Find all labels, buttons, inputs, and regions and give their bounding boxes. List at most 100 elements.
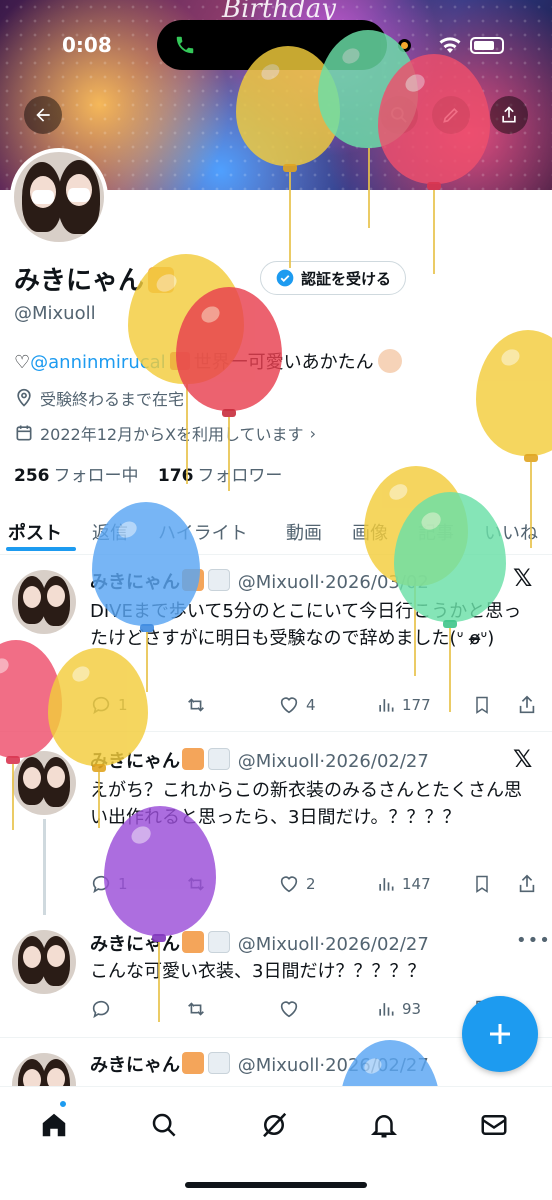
views-button[interactable]: 93 bbox=[376, 999, 421, 1019]
post-header: みきにゃん @Mixuoll·2026/03/02 bbox=[90, 568, 429, 594]
nav-search[interactable] bbox=[144, 1105, 184, 1145]
post-author-name[interactable]: みきにゃん bbox=[90, 751, 180, 772]
tab-media[interactable]: 画像 bbox=[352, 513, 388, 545]
bookmark-button[interactable] bbox=[472, 694, 492, 716]
views-button[interactable]: 177 bbox=[376, 695, 431, 715]
more-options-icon[interactable]: ••• bbox=[516, 930, 551, 951]
compose-post-button[interactable] bbox=[462, 996, 538, 1072]
post-avatar[interactable] bbox=[12, 570, 76, 634]
repost-button[interactable] bbox=[184, 998, 208, 1020]
search-profile-button[interactable] bbox=[380, 96, 418, 134]
nav-grok[interactable] bbox=[254, 1105, 294, 1145]
baby-bottle-emoji-icon bbox=[208, 931, 230, 953]
recording-indicator bbox=[398, 39, 411, 52]
tab-articles[interactable]: 記事 bbox=[418, 513, 454, 545]
post-author-name[interactable]: みきにゃん bbox=[90, 572, 180, 593]
share-post-button[interactable] bbox=[516, 873, 538, 895]
share-post-button[interactable] bbox=[516, 694, 538, 716]
battery-icon bbox=[470, 37, 504, 54]
repost-icon bbox=[188, 1002, 204, 1016]
following-count: 256 bbox=[14, 466, 50, 486]
tab-posts[interactable]: ポスト bbox=[8, 513, 62, 545]
share-icon bbox=[519, 695, 535, 714]
nav-home[interactable] bbox=[34, 1105, 74, 1145]
repost-button[interactable] bbox=[184, 873, 208, 895]
profile-bio: ♡@anninmirucal 世界一可愛いあかたん bbox=[14, 348, 402, 374]
avatar-face bbox=[47, 1068, 65, 1087]
active-tab-indicator bbox=[6, 547, 76, 551]
post-author-handle: @Mixuoll bbox=[237, 751, 320, 772]
search-icon bbox=[391, 107, 407, 123]
search-icon bbox=[152, 1113, 176, 1137]
post-text: えがち？これからこの新衣装のみるさんとたくさん思い出作れると思ったら、3日間だけ… bbox=[90, 780, 522, 828]
wifi-icon bbox=[439, 37, 461, 53]
post-avatar[interactable] bbox=[12, 930, 76, 994]
profile-joined[interactable]: 2022年12月からXを利用しています › bbox=[14, 421, 316, 445]
plus-icon bbox=[490, 1024, 510, 1044]
post-date[interactable]: 2026/02/27 bbox=[325, 751, 429, 772]
followers-link[interactable]: 176 フォロワー bbox=[158, 466, 283, 486]
post-actions: 1 4 177 bbox=[90, 692, 540, 718]
share-icon bbox=[519, 874, 535, 893]
post-header: みきにゃん @Mixuoll·2026/02/27 bbox=[90, 1051, 429, 1077]
home-icon bbox=[42, 1113, 66, 1137]
post-author-name[interactable]: みきにゃん bbox=[90, 934, 180, 955]
nav-messages[interactable] bbox=[474, 1105, 514, 1145]
tab-replies[interactable]: 返信 bbox=[92, 513, 128, 545]
following-label: フォロー中 bbox=[53, 466, 139, 486]
heart-icon bbox=[280, 1001, 298, 1018]
profile-tabs: ポスト 返信 ハイライト 動画 画像 記事 いいね bbox=[0, 505, 552, 555]
baby-emoji-icon bbox=[377, 349, 402, 373]
like-button[interactable]: 2 bbox=[278, 873, 316, 895]
home-indicator bbox=[185, 1182, 367, 1188]
reply-button[interactable] bbox=[90, 998, 112, 1020]
thread-line bbox=[43, 819, 46, 915]
x-logo-icon[interactable]: 𝕏 bbox=[513, 564, 532, 592]
profile-avatar[interactable] bbox=[10, 148, 108, 246]
bio-mention-link[interactable]: @anninmirucal bbox=[30, 352, 166, 373]
reply-icon bbox=[92, 696, 110, 715]
back-button[interactable] bbox=[24, 96, 62, 134]
phone-call-icon bbox=[176, 36, 194, 54]
tab-videos[interactable]: 動画 bbox=[286, 513, 322, 545]
post[interactable]: みきにゃん @Mixuoll·2026/03/02 𝕏 DIVEまで歩いて5分の… bbox=[0, 556, 552, 732]
reply-button[interactable]: 1 bbox=[90, 873, 128, 895]
repost-button[interactable] bbox=[184, 694, 208, 716]
nav-notifications[interactable] bbox=[364, 1105, 404, 1145]
reply-count: 1 bbox=[118, 875, 128, 893]
post-date[interactable]: 2026/02/27 bbox=[325, 1055, 429, 1076]
share-profile-button[interactable] bbox=[490, 96, 528, 134]
avatar-face bbox=[23, 767, 41, 789]
post-avatar[interactable] bbox=[12, 751, 76, 815]
tab-highlights[interactable]: ハイライト bbox=[158, 513, 248, 545]
like-button[interactable] bbox=[278, 998, 300, 1020]
x-logo-icon[interactable]: 𝕏 bbox=[513, 745, 532, 773]
mail-icon bbox=[481, 1115, 507, 1135]
bio-heart: ♡ bbox=[14, 352, 31, 373]
avatar-mask bbox=[68, 188, 90, 202]
post-header: みきにゃん @Mixuoll·2026/02/27 bbox=[90, 747, 429, 773]
followers-label: フォロワー bbox=[197, 466, 283, 486]
bookmark-icon bbox=[476, 875, 488, 893]
following-link[interactable]: 256 フォロー中 bbox=[14, 466, 139, 486]
share-icon bbox=[502, 106, 516, 123]
post-author-name[interactable]: みきにゃん bbox=[90, 1055, 180, 1076]
bookmark-button[interactable] bbox=[472, 873, 492, 895]
bell-icon bbox=[370, 1115, 398, 1138]
edit-profile-button[interactable] bbox=[432, 96, 470, 134]
like-button[interactable]: 4 bbox=[278, 694, 316, 716]
heart-icon bbox=[280, 697, 298, 714]
reply-count: 1 bbox=[118, 696, 128, 714]
avatar-face bbox=[47, 585, 65, 607]
post-date[interactable]: 2026/02/27 bbox=[325, 934, 429, 955]
like-count: 2 bbox=[306, 875, 316, 893]
views-button[interactable]: 147 bbox=[376, 874, 431, 894]
balloon-knot bbox=[222, 409, 236, 417]
reply-button[interactable]: 1 bbox=[90, 694, 128, 716]
get-verified-button[interactable]: 認証を受ける bbox=[260, 261, 406, 295]
post-avatar[interactable] bbox=[12, 1053, 76, 1087]
tab-likes[interactable]: いいね bbox=[484, 513, 538, 545]
status-time: 0:08 bbox=[62, 33, 112, 57]
post[interactable]: みきにゃん @Mixuoll·2026/02/27 𝕏 えがち？これからこの新衣… bbox=[0, 733, 552, 915]
post-date[interactable]: 2026/03/02 bbox=[325, 572, 429, 593]
